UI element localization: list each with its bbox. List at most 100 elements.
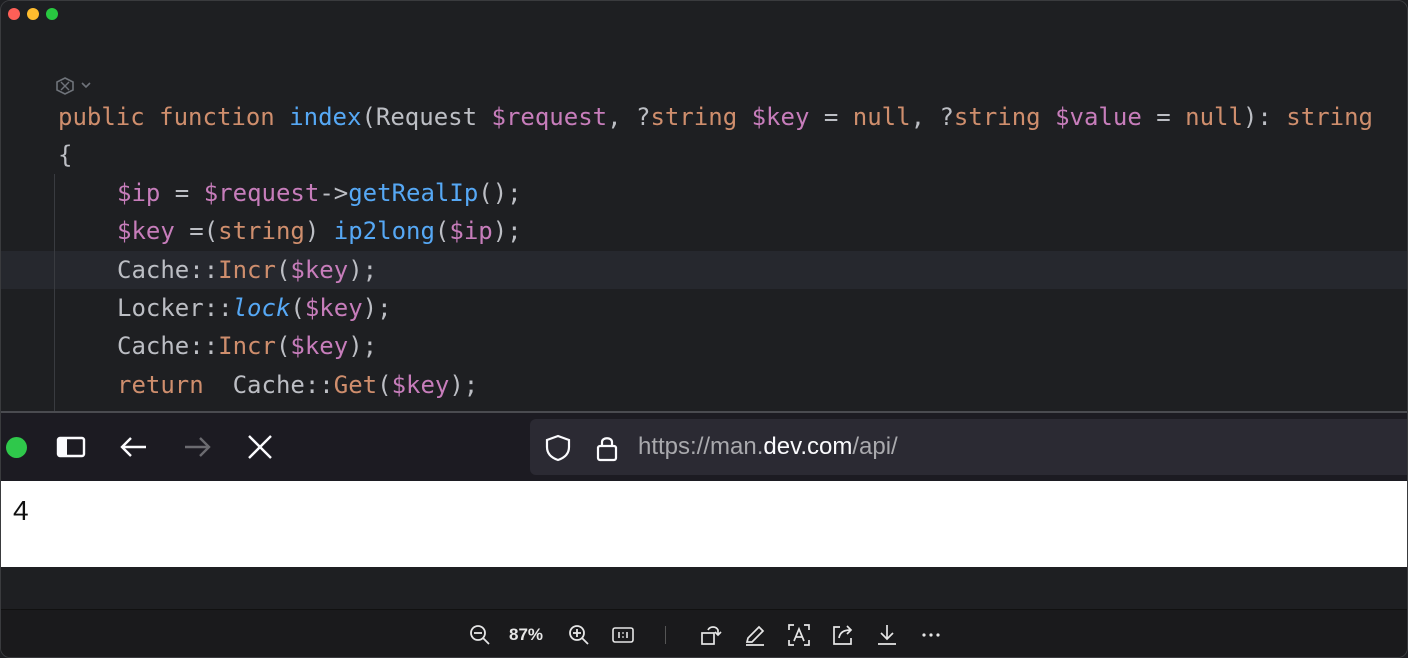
app-window: public function index(Request $request, …	[0, 0, 1408, 658]
code-token: (	[377, 371, 392, 399]
ai-assistant-chevron-icon[interactable]	[55, 74, 95, 98]
share-icon[interactable]	[830, 622, 856, 648]
more-options-icon[interactable]	[918, 622, 944, 648]
code-token: string	[650, 103, 738, 131]
code-token: null	[1185, 103, 1243, 131]
shield-icon[interactable]	[543, 433, 573, 463]
code-token: $key	[304, 294, 363, 322]
lower-pane	[1, 567, 1407, 609]
code-token: ->	[319, 179, 349, 207]
code-token: (Request	[361, 103, 492, 131]
code-token: , ?	[607, 103, 651, 131]
code-token: =	[809, 103, 853, 131]
code-token: string	[1286, 103, 1373, 131]
code-token: );	[348, 332, 378, 360]
url-scheme: https://	[638, 433, 711, 460]
code-token: index	[289, 103, 362, 131]
code-token: Cache::	[203, 371, 334, 399]
actual-size-icon[interactable]	[610, 622, 636, 648]
sidebar-toggle-icon[interactable]	[55, 431, 87, 463]
zoom-level[interactable]: 87%	[509, 625, 543, 645]
code-line[interactable]: return Cache::Get($key);	[117, 366, 478, 404]
page-content: 4	[1, 481, 1407, 567]
url-text[interactable]: https://man.dev.com/api/	[638, 419, 898, 475]
code-token: =	[1141, 103, 1186, 131]
code-token: $value	[1055, 103, 1142, 131]
code-token: , ?	[910, 103, 954, 131]
url-subdomain: man.	[710, 433, 764, 460]
viewer-toolbar: 87%	[1, 609, 1407, 657]
text-recognition-icon[interactable]	[786, 622, 812, 648]
code-token: $key	[290, 256, 349, 284]
code-token: public	[58, 103, 145, 131]
code-token: null	[852, 103, 911, 131]
code-token: getRealIp	[348, 179, 479, 207]
code-token: $key	[290, 332, 349, 360]
code-token: $ip	[449, 217, 493, 245]
code-token: function	[159, 103, 275, 131]
zoom-in-icon[interactable]	[566, 622, 592, 648]
code-editor[interactable]: public function index(Request $request, …	[1, 71, 1407, 411]
code-token: (	[290, 294, 305, 322]
status-dot	[6, 437, 27, 458]
code-token: )	[304, 217, 334, 245]
code-token: string	[218, 217, 305, 245]
indent-guide	[54, 174, 55, 411]
code-token: Get	[333, 371, 378, 399]
code-token: string	[953, 103, 1041, 131]
stop-close-icon[interactable]	[244, 431, 276, 463]
back-arrow-icon[interactable]	[118, 431, 150, 463]
forward-arrow-icon[interactable]	[181, 431, 213, 463]
code-line[interactable]: Cache::Incr($key);	[117, 327, 377, 365]
code-token: =	[160, 179, 204, 207]
code-line[interactable]: Locker::lock($key);	[117, 289, 392, 327]
code-token: );	[449, 371, 479, 399]
minimize-window-button[interactable]	[27, 8, 39, 20]
code-token: Incr	[218, 332, 276, 360]
code-line[interactable]: $ip = $request->getRealIp();	[117, 174, 522, 212]
close-window-button[interactable]	[8, 8, 20, 20]
download-icon[interactable]	[874, 622, 900, 648]
maximize-window-button[interactable]	[46, 8, 58, 20]
code-token: ):	[1242, 103, 1287, 131]
browser-toolbar: https://man.dev.com/api/	[1, 413, 1407, 481]
address-bar[interactable]: https://man.dev.com/api/	[530, 419, 1407, 475]
code-token: =(	[174, 217, 219, 245]
code-line[interactable]: public function index(Request $request, …	[58, 98, 1373, 136]
pencil-icon[interactable]	[742, 622, 768, 648]
code-token: $key	[117, 217, 175, 245]
editor-top-strip	[1, 29, 1407, 71]
code-token: $request	[203, 179, 320, 207]
code-token: $key	[391, 371, 450, 399]
code-token: return	[117, 371, 204, 399]
zoom-out-icon[interactable]	[467, 622, 493, 648]
code-token: );	[492, 217, 522, 245]
code-token: Locker::	[117, 294, 233, 322]
code-token: lock	[232, 294, 291, 322]
code-line[interactable]: $key =(string) ip2long($ip);	[117, 212, 522, 250]
code-token: ip2long	[333, 217, 435, 245]
code-token: Cache::	[117, 256, 219, 284]
lock-icon[interactable]	[592, 433, 622, 463]
code-token: Cache::	[117, 332, 219, 360]
code-token: {	[58, 141, 73, 169]
code-token: );	[362, 294, 392, 322]
url-path: /api/	[852, 433, 898, 460]
code-token: (	[275, 256, 291, 284]
code-line[interactable]: {	[58, 136, 72, 174]
code-line[interactable]: Cache::Incr($key);	[117, 251, 377, 289]
code-token: ();	[478, 179, 522, 207]
title-bar	[1, 1, 1407, 29]
code-token: $key	[751, 103, 810, 131]
toolbar-divider	[665, 626, 666, 644]
code-token: );	[348, 256, 378, 284]
response-value: 4	[13, 495, 29, 526]
code-token: $ip	[117, 179, 161, 207]
rotate-icon[interactable]	[698, 622, 724, 648]
code-token: (	[434, 217, 450, 245]
code-token: $request	[491, 103, 608, 131]
